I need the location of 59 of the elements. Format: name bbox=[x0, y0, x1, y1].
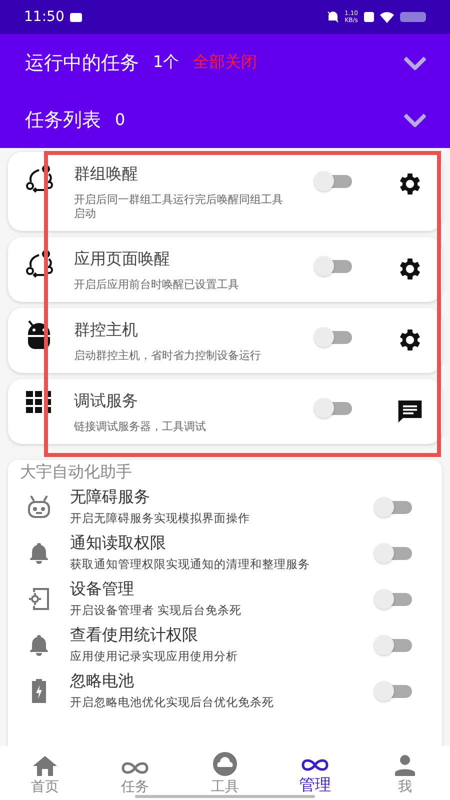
mail-icon bbox=[70, 12, 82, 22]
permission-description: 获取通知管理权限实现通知的清理和整理服务 bbox=[70, 557, 311, 572]
permission-description: 开启忽略电池优化实现后台优化免杀死 bbox=[70, 695, 275, 710]
bell-icon bbox=[29, 634, 49, 656]
permission-title: 无障碍服务 bbox=[70, 487, 151, 508]
cloud-icon[interactable] bbox=[212, 752, 238, 776]
android-icon bbox=[25, 320, 53, 350]
grid-icon bbox=[26, 391, 52, 413]
toggle-switch[interactable] bbox=[374, 588, 412, 610]
status-time: 11:50 bbox=[24, 9, 64, 25]
nav-tab[interactable]: 任务 bbox=[90, 746, 180, 796]
permission-description: 应用使用记录实现应用使用分析 bbox=[70, 649, 239, 664]
tool-description: 启动群控主机，省时省力控制设备运行 bbox=[74, 349, 262, 363]
section-title: 运行中的任务 bbox=[25, 50, 139, 76]
section-title: 任务列表 bbox=[25, 108, 101, 132]
toggle-switch[interactable] bbox=[374, 542, 412, 564]
close-all-link[interactable]: 全部关闭 bbox=[193, 52, 258, 73]
home-icon[interactable] bbox=[33, 756, 57, 776]
tool-description: 开启后应用前台时唤醒已设置工具 bbox=[74, 278, 240, 292]
wifi-icon bbox=[380, 12, 394, 22]
nav-tab[interactable]: 首页 bbox=[0, 746, 90, 796]
bell-icon bbox=[29, 542, 49, 564]
task-count: 1个 bbox=[153, 52, 180, 73]
chevron-icon[interactable] bbox=[404, 112, 426, 126]
tool-title: 群组唤醒 bbox=[74, 164, 139, 185]
task-count: 0 bbox=[115, 110, 126, 129]
battery-status-icon bbox=[400, 12, 426, 22]
nav-tab[interactable]: 管理 bbox=[270, 746, 360, 796]
permission-title: 设备管理 bbox=[70, 579, 135, 600]
cycle-icon bbox=[24, 249, 54, 279]
battery-icon bbox=[32, 678, 46, 702]
cycle-icon bbox=[24, 164, 54, 194]
toggle-switch[interactable] bbox=[374, 680, 412, 702]
sim-icon bbox=[364, 12, 374, 22]
tool-title: 应用页面唤醒 bbox=[74, 249, 171, 270]
permission-description: 开启设备管理者 实现后台免杀死 bbox=[70, 603, 243, 618]
toggle-switch[interactable] bbox=[374, 496, 412, 518]
tool-description: 开启后同一群组工具运行完后唤醒同组工具启动 bbox=[74, 193, 284, 221]
permission-title: 通知读取权限 bbox=[70, 533, 167, 554]
mute-icon bbox=[326, 11, 339, 23]
infinity-icon[interactable] bbox=[300, 757, 330, 773]
toggle-switch[interactable] bbox=[314, 255, 352, 277]
tool-description: 链接调试服务器，工具调试 bbox=[74, 420, 207, 434]
permission-title: 查看使用统计权限 bbox=[70, 625, 199, 646]
tool-title: 调试服务 bbox=[74, 391, 139, 412]
infinity-icon[interactable] bbox=[120, 760, 150, 776]
nav-tab[interactable]: 我 bbox=[360, 746, 450, 796]
permission-description: 开启无障碍服务实现模拟界面操作 bbox=[70, 511, 251, 526]
toggle-switch[interactable] bbox=[314, 397, 352, 419]
toggle-switch[interactable] bbox=[314, 170, 352, 192]
robot-icon bbox=[26, 494, 52, 520]
toggle-switch[interactable] bbox=[374, 634, 412, 656]
person-icon[interactable] bbox=[394, 754, 416, 776]
chevron-icon[interactable] bbox=[404, 56, 426, 70]
tool-title: 群控主机 bbox=[74, 320, 139, 341]
toggle-switch[interactable] bbox=[314, 326, 352, 348]
card-title: 大宇自动化助手 bbox=[19, 462, 133, 483]
device-gear-icon bbox=[28, 586, 50, 610]
permission-title: 忽略电池 bbox=[70, 671, 135, 692]
